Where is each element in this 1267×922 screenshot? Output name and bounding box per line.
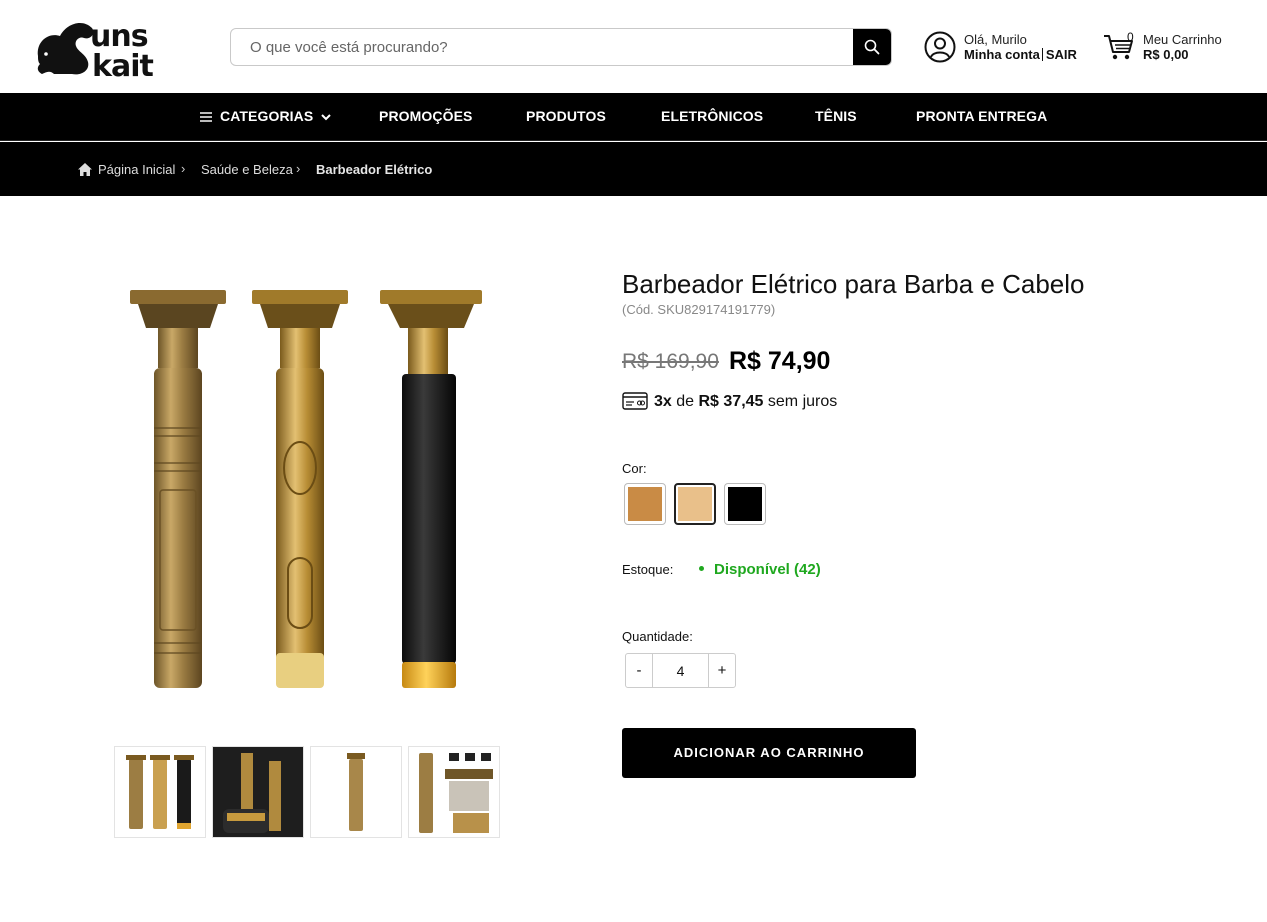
installment-connector: de [676,393,695,410]
nav-item-eletronicos[interactable]: ELETRÔNICOS [661,93,763,141]
installment-suffix: sem juros [767,393,838,410]
search-button[interactable] [853,29,891,65]
swatch-fill [628,487,662,521]
credit-card-icon [622,392,648,410]
search-icon [864,39,880,55]
swatch-fill [678,487,712,521]
product-sku: (Cód. SKU829174191779) [622,302,776,317]
add-to-cart-button[interactable]: ADICIONAR AO CARRINHO [622,728,916,778]
breadcrumb-separator: › [296,161,301,176]
nav-item-pronta-entrega[interactable]: PRONTA ENTREGA [916,93,1047,141]
user-icon[interactable] [924,31,956,63]
product-thumbnail[interactable] [114,746,206,838]
current-price: R$ 74,90 [729,347,831,375]
search-input[interactable] [231,29,855,65]
chevron-down-icon [321,114,332,121]
quantity-decrease-button[interactable]: - [626,654,653,687]
old-price: R$ 169,90 [622,350,719,373]
my-account-link[interactable]: Minha conta [964,47,1040,62]
trimmer-image [126,755,194,829]
cart-count: 0 [1127,30,1134,44]
color-label: Cor: [622,461,647,476]
breadcrumb-current: Barbeador Elétrico [316,162,433,177]
site-header: uns kait Olá, Murilo Minha conta SAIR [0,0,1267,93]
installments: 3x de R$ 37,45 sem juros [622,392,837,411]
trimmer-image [347,753,365,831]
quantity-label: Quantidade: [622,629,693,644]
quantity-stepper: - + [625,653,736,688]
product-main-image[interactable] [118,268,498,698]
stock-status: Disponível (42) [699,561,821,578]
nav-item-categorias[interactable]: CATEGORIAS [200,93,332,141]
color-swatch-black[interactable] [724,483,766,525]
account-area: Olá, Murilo Minha conta SAIR [924,30,1094,66]
cart-total: R$ 0,00 [1143,47,1189,62]
breadcrumb-separator: › [181,161,186,176]
product-title: Barbeador Elétrico para Barba e Cabelo [622,269,1085,299]
suns-kait-logo[interactable]: uns kait [30,12,190,82]
nav-item-label: CATEGORIAS [220,108,314,124]
product-thumbnail[interactable] [310,746,402,838]
status-dot [699,566,704,571]
breadcrumb: Página Inicial › Saúde e Beleza › Barbea… [0,142,1267,196]
account-links: Minha conta SAIR [964,47,1077,62]
quantity-input[interactable] [653,654,708,687]
main-nav: CATEGORIAS PROMOÇÕES PRODUTOS ELETRÔNICO… [0,93,1267,141]
stock-value: Disponível (42) [714,561,821,578]
quantity-increase-button[interactable]: + [708,654,735,687]
product-thumbnail[interactable] [212,746,304,838]
divider [1041,48,1043,61]
swatch-fill [728,487,762,521]
trimmer-image [213,747,303,837]
home-icon[interactable] [77,162,93,177]
installment-value: R$ 37,45 [698,393,764,410]
breadcrumb-category[interactable]: Saúde e Beleza [201,142,293,196]
cart-title: Meu Carrinho [1143,32,1222,47]
search-bar [230,28,892,66]
trimmer-image [419,753,493,833]
color-swatch-light-gold[interactable] [674,483,716,525]
product-thumbnail[interactable] [408,746,500,838]
nav-item-produtos[interactable]: PRODUTOS [526,93,606,141]
menu-icon [200,110,212,124]
color-swatch-gold[interactable] [624,483,666,525]
logout-link[interactable]: SAIR [1046,47,1077,62]
account-greeting: Olá, Murilo [964,32,1027,47]
nav-item-tenis[interactable]: TÊNIS [815,93,857,141]
cart-area[interactable]: 0 Meu Carrinho R$ 0,00 [1103,30,1243,66]
nav-item-promocoes[interactable]: PROMOÇÕES [379,93,472,141]
svg-text:kait: kait [92,49,153,82]
breadcrumb-home[interactable]: Página Inicial [98,142,175,196]
stock-label: Estoque: [622,562,674,577]
installment-count: 3x [654,393,672,410]
